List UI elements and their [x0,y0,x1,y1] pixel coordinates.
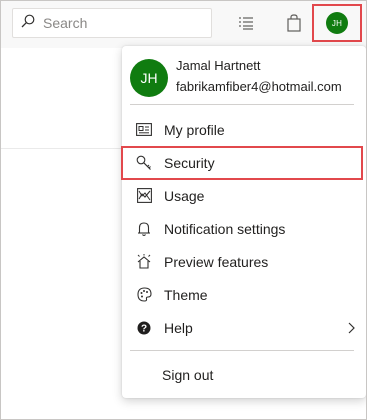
chevron-right-icon [346,321,356,334]
user-name: Jamal Hartnett [176,58,261,73]
preview-icon [136,253,152,270]
menu-item-my-profile[interactable]: My profile [122,113,366,146]
bell-icon [136,221,152,237]
menu-item-notification-settings[interactable]: Notification settings [122,212,366,245]
menu-item-theme[interactable]: Theme [122,278,366,311]
divider [0,148,124,149]
chart-icon [136,188,152,204]
search-box[interactable] [12,8,212,38]
search-icon [21,14,35,33]
menu-item-label: Preview features [164,253,269,270]
menu-item-label: My profile [164,121,225,138]
list-settings-icon[interactable] [236,12,256,34]
shopping-bag-icon[interactable] [284,12,304,34]
avatar: JH [326,12,348,34]
menu-divider [130,104,354,105]
menu-divider [130,350,354,351]
sign-out-label: Sign out [162,367,214,383]
account-menu: JH Jamal Hartnett fabrikamfiber4@hotmail… [122,46,366,398]
menu-item-label: Theme [164,286,208,303]
palette-icon [136,287,152,303]
user-card: JH Jamal Hartnett fabrikamfiber4@hotmail… [122,46,366,104]
menu-item-security[interactable]: Security [122,146,366,179]
help-icon: ? [136,320,152,336]
menu-item-help[interactable]: ? Help [122,311,366,344]
user-avatar: JH [130,59,168,97]
search-input[interactable] [43,15,203,31]
account-avatar-button[interactable]: JH [312,4,362,42]
menu-item-usage[interactable]: Usage [122,179,366,212]
menu-item-label: Usage [164,187,205,204]
menu-item-label: Security [164,154,215,171]
menu-item-label: Notification settings [164,220,286,237]
menu-item-preview-features[interactable]: Preview features [122,245,366,278]
menu-item-label: Help [164,319,193,336]
top-bar: JH [0,0,367,48]
key-icon [136,155,152,171]
user-email: fabrikamfiber4@hotmail.com [176,79,342,94]
svg-text:?: ? [141,323,147,334]
sign-out-button[interactable]: Sign out [122,358,366,392]
id-card-icon [136,122,152,138]
